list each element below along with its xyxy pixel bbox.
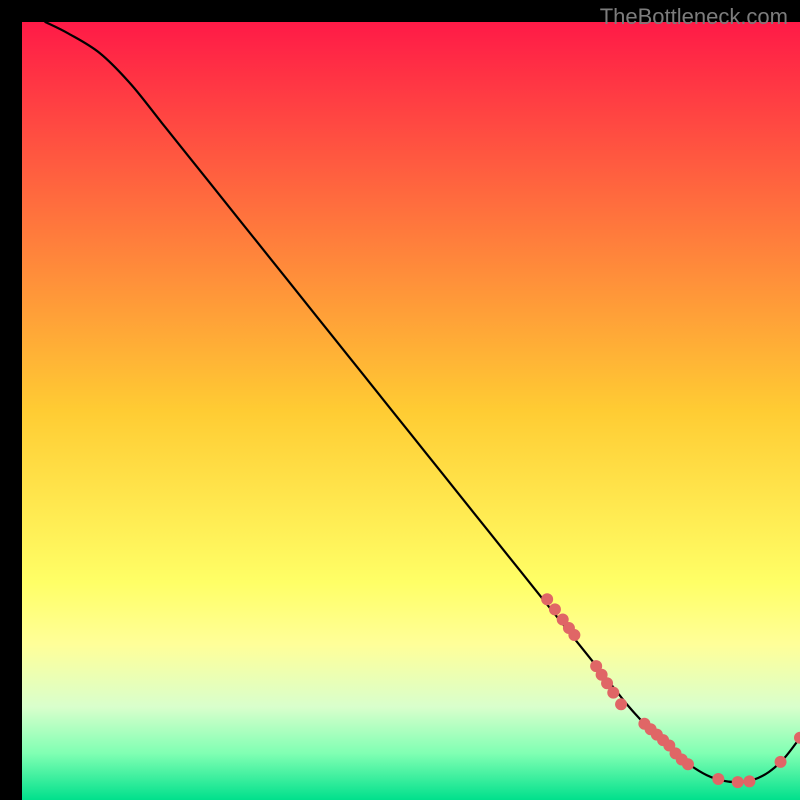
curve-marker	[743, 775, 755, 787]
curve-marker	[541, 593, 553, 605]
curve-marker	[682, 758, 694, 770]
plot-background	[22, 22, 800, 800]
curve-marker	[549, 603, 561, 615]
curve-marker	[775, 756, 787, 768]
curve-marker	[712, 773, 724, 785]
curve-marker	[732, 776, 744, 788]
curve-marker	[615, 698, 627, 710]
curve-marker	[568, 629, 580, 641]
bottleneck-chart	[0, 0, 800, 800]
chart-container: TheBottleneck.com	[0, 0, 800, 800]
curve-marker	[607, 687, 619, 699]
watermark-label: TheBottleneck.com	[600, 4, 788, 30]
